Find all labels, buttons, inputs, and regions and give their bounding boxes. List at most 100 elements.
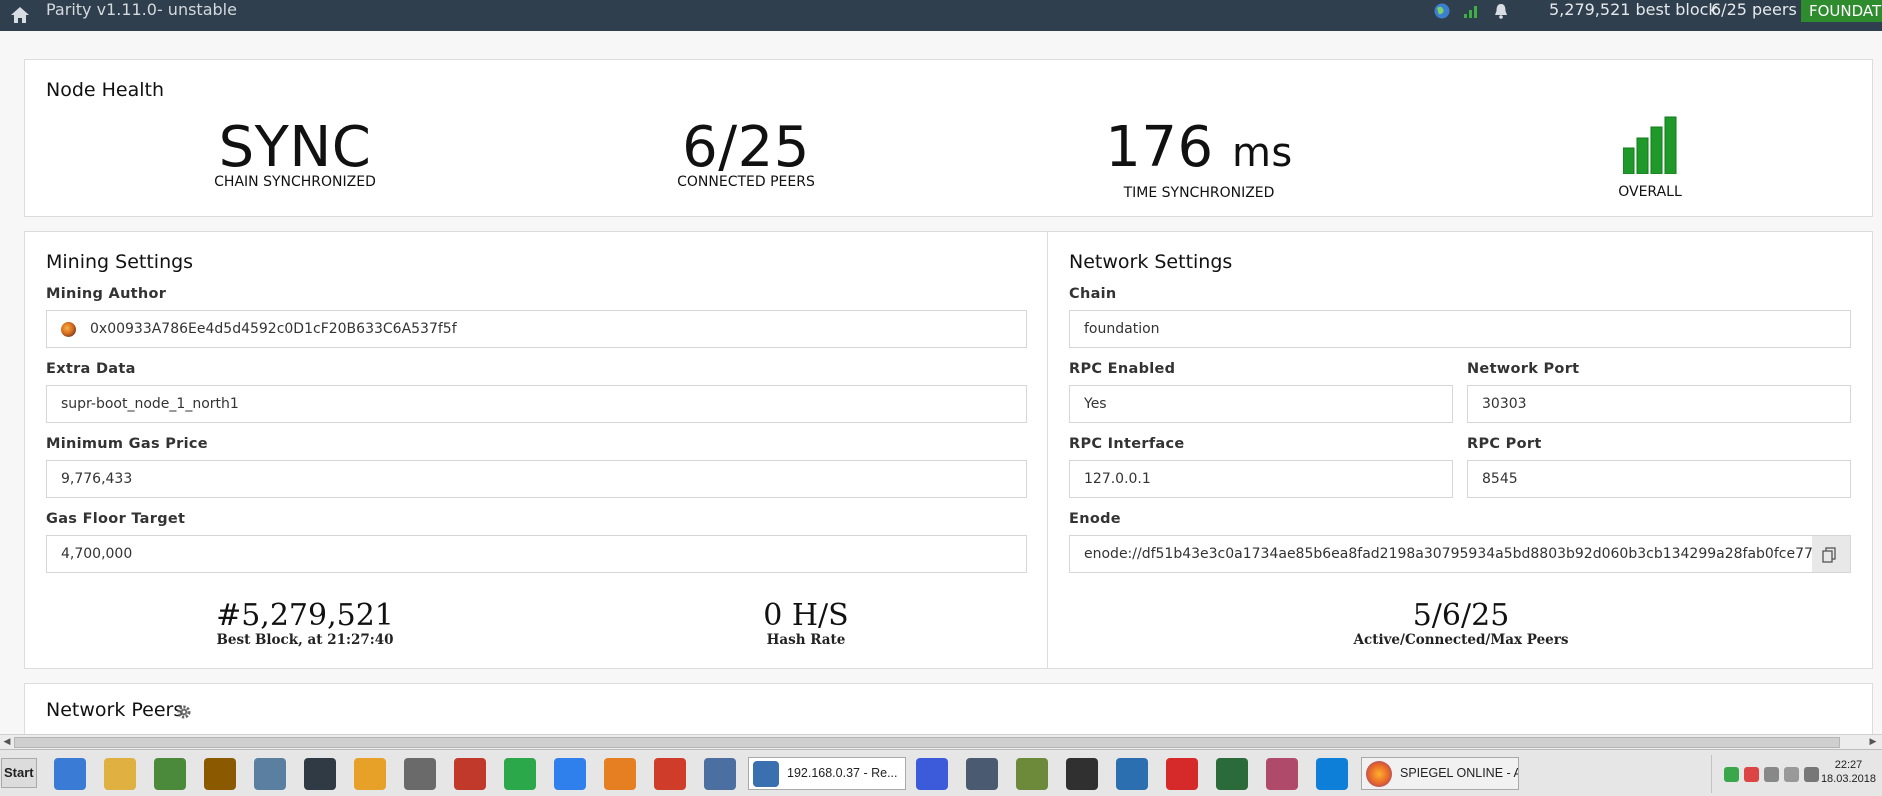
network-peers-card: Network Peers bbox=[24, 683, 1873, 734]
copy-icon bbox=[1822, 547, 1836, 563]
bell-icon[interactable] bbox=[1492, 2, 1510, 20]
time-value-row: 176 ms bbox=[1079, 118, 1319, 183]
launcher-app-icon[interactable] bbox=[604, 758, 636, 790]
network-peers-label: Active/Connected/Max Peers bbox=[1353, 632, 1569, 648]
launcher-app-icon[interactable] bbox=[354, 758, 386, 790]
launcher-app-icon[interactable] bbox=[404, 758, 436, 790]
launcher-app-icon[interactable] bbox=[504, 758, 536, 790]
os-taskbar: Start 192.168.0.37 - Re... SPIEGEL ONLIN… bbox=[0, 749, 1882, 796]
app-header: Parity v1.11.0- unstable 5,279,521 best … bbox=[0, 0, 1882, 31]
gas-floor-field[interactable]: 4,700,000 bbox=[46, 535, 1027, 573]
launcher-app-icon[interactable] bbox=[1316, 758, 1348, 790]
copy-enode-button[interactable] bbox=[1812, 535, 1851, 573]
rpc-interface-field[interactable]: 127.0.0.1 bbox=[1069, 460, 1453, 498]
scroll-right-icon[interactable]: ▶ bbox=[1868, 737, 1878, 748]
network-peers-value: 5/6/25 bbox=[1412, 598, 1510, 633]
chain-label: Chain bbox=[1069, 286, 1117, 302]
volume-tray-icon[interactable] bbox=[1804, 767, 1819, 782]
launcher-app-icon[interactable] bbox=[154, 758, 186, 790]
peers-value: 6/25 bbox=[682, 115, 810, 180]
signal-icon bbox=[1464, 6, 1477, 18]
sync-value: SYNC bbox=[218, 115, 372, 180]
node-health-title: Node Health bbox=[46, 79, 165, 101]
min-gas-price-label: Minimum Gas Price bbox=[46, 436, 208, 452]
time-metric: 176 ms TIME SYNCHRONIZED bbox=[1079, 118, 1319, 202]
globe-icon[interactable] bbox=[1433, 2, 1451, 20]
app-title: Parity v1.11.0- unstable bbox=[46, 0, 237, 19]
task-remote-desktop[interactable]: 192.168.0.37 - Re... bbox=[748, 757, 906, 790]
launcher-app-icon[interactable] bbox=[1066, 758, 1098, 790]
launcher-app-icon[interactable] bbox=[966, 758, 998, 790]
start-button[interactable]: Start bbox=[1, 758, 37, 788]
scrollbar-thumb[interactable] bbox=[14, 737, 1840, 748]
launcher-app-icon[interactable] bbox=[304, 758, 336, 790]
network-port-label: Network Port bbox=[1467, 361, 1580, 377]
firefox-icon bbox=[1366, 761, 1392, 787]
home-icon[interactable] bbox=[9, 4, 31, 26]
clock-date: 18.03.2018 bbox=[1820, 773, 1876, 785]
launcher-app-icon[interactable] bbox=[54, 758, 86, 790]
peers-stat: 5/6/25 Active/Connected/Max Peers bbox=[1321, 598, 1601, 649]
launcher-app-icon[interactable] bbox=[1266, 758, 1298, 790]
overall-metric: OVERALL bbox=[1590, 116, 1710, 200]
task-firefox[interactable]: SPIEGEL ONLINE - Ak... bbox=[1361, 757, 1519, 790]
extra-data-field[interactable]: supr-boot_node_1_north1 bbox=[46, 385, 1027, 423]
overall-label: OVERALL bbox=[1618, 184, 1682, 200]
rpc-port-label: RPC Port bbox=[1467, 436, 1542, 452]
best-block-value: #5,279,521 bbox=[216, 598, 394, 633]
network-settings-card: Network Settings Chain foundation RPC En… bbox=[1047, 231, 1873, 669]
launcher-app-icon[interactable] bbox=[554, 758, 586, 790]
identity-icon bbox=[61, 322, 76, 337]
rpc-port-field[interactable]: 8545 bbox=[1467, 460, 1851, 498]
device-tray-icon[interactable] bbox=[1764, 767, 1779, 782]
rpc-enabled-field[interactable]: Yes bbox=[1069, 385, 1453, 423]
network-peers-title: Network Peers bbox=[46, 699, 184, 721]
launcher-app-icon[interactable] bbox=[454, 758, 486, 790]
start-label: Start bbox=[4, 765, 34, 780]
status-page: Node Health SYNC CHAIN SYNCHRONIZED 6/25… bbox=[0, 31, 1882, 734]
enode-label: Enode bbox=[1069, 511, 1121, 527]
monitor-tray-icon[interactable] bbox=[1784, 767, 1799, 782]
time-value: 176 bbox=[1105, 115, 1214, 180]
hash-rate-value: 0 H/S bbox=[763, 598, 849, 633]
sync-label: CHAIN SYNCHRONIZED bbox=[214, 174, 376, 190]
network-settings-title: Network Settings bbox=[1069, 251, 1233, 273]
network-port-field[interactable]: 30303 bbox=[1467, 385, 1851, 423]
gear-icon[interactable] bbox=[176, 704, 192, 720]
sync-metric: SYNC CHAIN SYNCHRONIZED bbox=[175, 115, 415, 191]
launcher-app-icon[interactable] bbox=[1216, 758, 1248, 790]
launcher-app-icon[interactable] bbox=[1116, 758, 1148, 790]
min-gas-price-field[interactable]: 9,776,433 bbox=[46, 460, 1027, 498]
horizontal-scrollbar[interactable]: ◀ ▶ bbox=[0, 734, 1882, 749]
enode-field[interactable]: enode://df51b43e3c0a1734ae85b6ea8fad2198… bbox=[1069, 535, 1813, 573]
clock[interactable]: 22:27 18.03.2018 bbox=[1821, 758, 1876, 786]
remote-desktop-icon bbox=[753, 761, 779, 787]
gas-floor-label: Gas Floor Target bbox=[46, 511, 186, 527]
mining-author-field[interactable]: 0x00933A786Ee4d5d4592c0D1cF20B633C6A537f… bbox=[46, 310, 1027, 348]
launcher-app-icon[interactable] bbox=[654, 758, 686, 790]
launcher-app-icon[interactable] bbox=[204, 758, 236, 790]
launcher-app-icon[interactable] bbox=[1166, 758, 1198, 790]
clock-time: 22:27 bbox=[1834, 759, 1863, 771]
chain-badge: FOUNDATION bbox=[1801, 0, 1882, 22]
network-tray-icon[interactable] bbox=[1724, 767, 1739, 782]
signal-bars-icon bbox=[1622, 116, 1677, 175]
mining-author-label: Mining Author bbox=[46, 286, 167, 302]
chain-field[interactable]: foundation bbox=[1069, 310, 1851, 348]
launcher-app-icon[interactable] bbox=[704, 758, 736, 790]
best-block-status: 5,279,521 best block bbox=[1549, 0, 1718, 19]
best-block-stat: #5,279,521 Best Block, at 21:27:40 bbox=[165, 598, 445, 649]
rpc-interface-label: RPC Interface bbox=[1069, 436, 1185, 452]
rpc-enabled-label: RPC Enabled bbox=[1069, 361, 1176, 377]
system-tray: 22:27 18.03.2018 bbox=[1711, 755, 1882, 793]
extra-data-label: Extra Data bbox=[46, 361, 136, 377]
launcher-app-icon[interactable] bbox=[1016, 758, 1048, 790]
scroll-left-icon[interactable]: ◀ bbox=[2, 737, 12, 748]
launcher-app-icon[interactable] bbox=[104, 758, 136, 790]
launcher-app-icon[interactable] bbox=[254, 758, 286, 790]
node-health-card: Node Health SYNC CHAIN SYNCHRONIZED 6/25… bbox=[24, 59, 1873, 217]
hash-rate-stat: 0 H/S Hash Rate bbox=[666, 598, 946, 649]
launcher-app-icon[interactable] bbox=[916, 758, 948, 790]
peers-label: CONNECTED PEERS bbox=[677, 174, 815, 190]
flag-tray-icon[interactable] bbox=[1744, 767, 1759, 782]
